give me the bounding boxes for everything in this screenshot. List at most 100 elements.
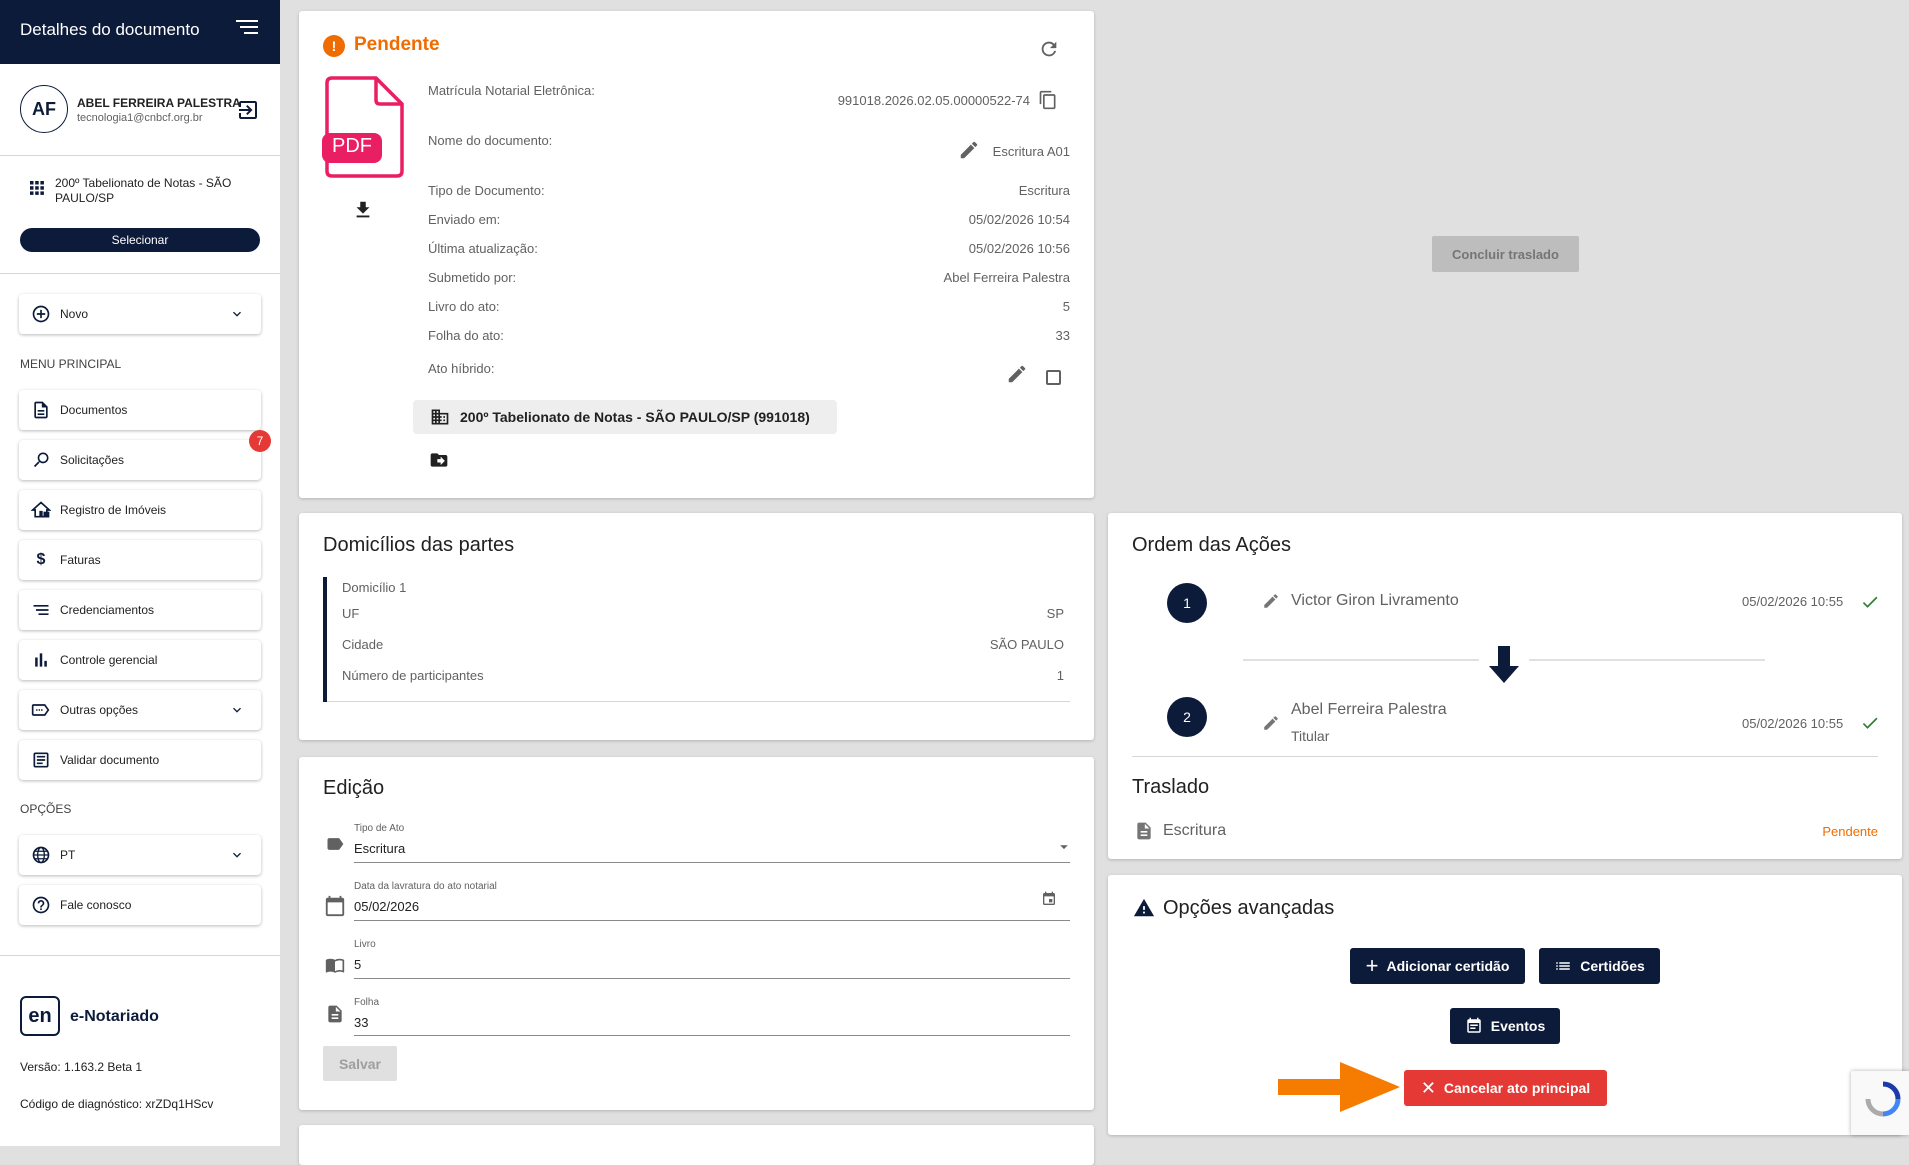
list-icon [1556,962,1570,970]
status-title: Pendente [354,34,440,55]
calendar-picker-icon[interactable] [1041,891,1057,907]
ordem-card [1108,513,1902,859]
new-dropdown[interactable]: Novo [19,294,261,334]
logout-icon[interactable] [236,98,260,122]
field-label: Nome do documento: [428,133,553,148]
recaptcha-badge[interactable] [1851,1071,1909,1135]
field-label: Tipo de Documento: [428,183,545,198]
book-icon [325,958,345,973]
user-name: ABEL FERREIRA PALESTRA [77,96,241,110]
sidebar-item-label: Documentos [60,403,128,417]
field-label: Matrícula Notarial Eletrônica: [428,83,595,98]
sidebar-item-outras-opcoes[interactable]: Outras opções [19,690,261,730]
events-button[interactable]: Eventos [1450,1008,1560,1044]
save-button[interactable]: Salvar [323,1046,397,1081]
sidebar-item-label: Validar documento [60,753,160,767]
pdf-file-icon[interactable] [322,75,406,179]
edit-pencil-icon [1264,716,1278,730]
sidebar-item-controle-gerencial[interactable]: Controle gerencial [19,640,261,680]
arrow-down-icon [1489,646,1519,683]
certificates-button[interactable]: Certidões [1539,948,1660,984]
divider [327,701,1070,702]
download-icon[interactable] [352,198,374,222]
check-icon [1862,596,1878,608]
folder-move-icon[interactable] [428,450,450,470]
step-signer-name: Abel Ferreira Palestra [1291,701,1447,718]
sidebar-item-fale-conosco[interactable]: Fale conosco [19,885,261,925]
add-certificate-button[interactable]: + Adicionar certidão [1350,948,1525,984]
field-value: Abel Ferreira Palestra [943,270,1070,285]
field-underline [354,1035,1070,1036]
divider [0,273,280,274]
sidebar-item-label: Fale conosco [60,898,132,912]
domicilio-row-label: Cidade [342,637,384,652]
domicilio-row-value: 1 [1056,668,1064,683]
domicilio-row-value: SP [1046,606,1064,621]
connector-line [1243,659,1479,661]
step-date: 05/02/2026 10:55 [1742,716,1844,731]
new-label: Novo [60,307,89,321]
step-signer-role: Titular [1291,728,1330,744]
field-value: 05/02/2026 10:56 [968,241,1070,256]
sidebar-item-documentos[interactable]: Documentos [19,390,261,430]
edicao-card [299,757,1094,1110]
field-label: Última atualização: [428,241,538,256]
step-signer-name: Victor Giron Livramento [1291,592,1459,609]
version-text: Versão: 1.163.2 Beta 1 [20,1060,143,1074]
field-label: Folha do ato: [428,328,504,343]
language-select[interactable]: PT [19,835,261,875]
step-date: 05/02/2026 10:55 [1742,594,1844,609]
dollar-icon: $ [36,551,46,568]
chevron-down-icon [233,852,241,858]
next-card [299,1125,1094,1165]
divider [0,955,280,956]
hybrid-checkbox[interactable] [1046,370,1061,385]
check-icon [1862,717,1878,729]
field-value: 33 [1055,328,1070,343]
sidebar-item-label: Faturas [60,553,101,567]
sidebar-item-validar-documento[interactable]: Validar documento [19,740,261,780]
sidebar-item-label: Controle gerencial [60,653,158,667]
diagnostic-code: Código de diagnóstico: xrZDq1HScv [20,1097,214,1111]
copy-icon[interactable] [1038,89,1058,111]
edit-pencil-icon [1264,594,1278,608]
page-icon [328,1005,342,1023]
sidebar-item-registro-imoveis[interactable]: Registro de Imóveis [19,490,261,530]
field-underline [354,862,1070,863]
field-label: Submetido por: [428,270,517,285]
label-icon [31,704,50,716]
book-input[interactable]: 5 [354,957,361,972]
field-value: Escritura [1018,183,1070,198]
domicilio-row-value: SÃO PAULO [989,637,1064,652]
house-icon [31,501,51,518]
edit-pencil-icon[interactable] [1006,363,1028,385]
field-underline [354,978,1070,979]
event-icon [1467,1017,1481,1033]
domicilio-row-label: Número de participantes [342,668,484,683]
sidebar: Detalhes do documento AF ABEL FERREIRA P… [0,0,280,1146]
sidebar-item-solicitacoes[interactable]: Solicitações [19,440,261,480]
avatar[interactable]: AF [20,85,68,133]
conclude-traslado-button[interactable]: Concluir traslado [1432,236,1579,272]
field-label: Tipo de Ato [354,823,405,834]
date-input[interactable]: 05/02/2026 [354,899,419,914]
sort-lines-icon [33,605,49,615]
sidebar-title: Detalhes do documento [20,20,200,39]
dropdown-arrow-icon[interactable] [1057,840,1071,854]
sidebar-item-credenciamentos[interactable]: Credenciamentos [19,590,261,630]
close-icon: ✕ [1420,1077,1436,1098]
select-office-button[interactable]: Selecionar [20,228,260,252]
orange-arrow-annotation [1278,1062,1400,1112]
sidebar-item-label: Solicitações [60,453,125,467]
menu-icon[interactable] [236,20,258,36]
office-name: 200º Tabelionato de Notas - SÃO PAULO/SP [55,176,232,205]
act-type-select[interactable]: Escritura [354,841,405,856]
refresh-icon[interactable] [1038,38,1060,60]
page-input[interactable]: 33 [354,1015,368,1030]
step-number: 2 [1167,697,1207,737]
cancel-main-act-button[interactable]: ✕ Cancelar ato principal [1404,1070,1607,1106]
field-label: Livro [354,939,376,950]
sidebar-item-faturas[interactable]: $ Faturas [19,540,261,580]
warning-triangle-icon [1133,898,1155,917]
chevron-down-icon [233,311,241,317]
